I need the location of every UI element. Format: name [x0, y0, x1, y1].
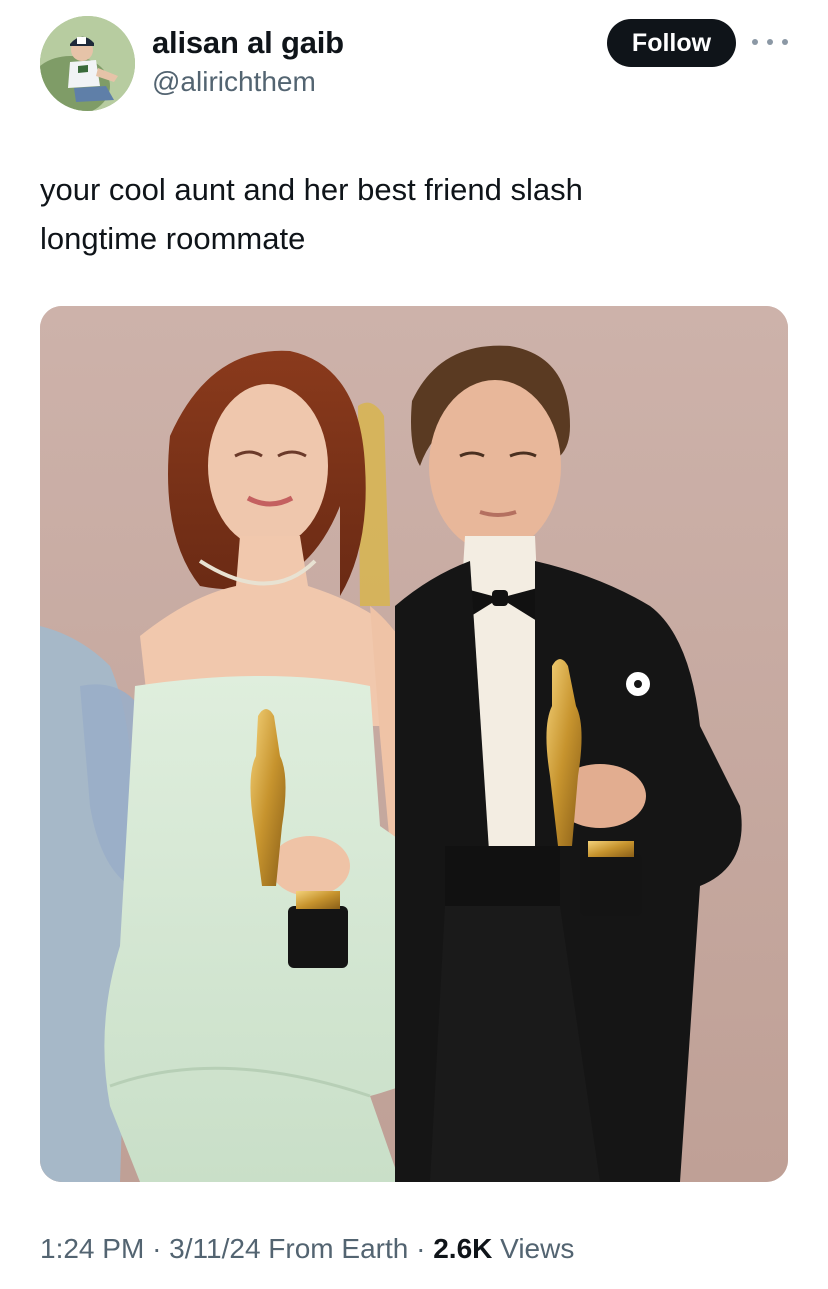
- author-display-name[interactable]: alisan al gaib: [152, 24, 344, 62]
- tweet-card: alisan al gaib @alirichthem Follow your …: [0, 0, 828, 1289]
- tweet-date[interactable]: 3/11/24: [169, 1233, 260, 1264]
- avatar-image: [40, 16, 135, 111]
- tweet-text-line: longtime roommate: [40, 221, 306, 256]
- avatar[interactable]: [40, 16, 135, 111]
- views-count[interactable]: 2.6K: [433, 1233, 492, 1264]
- more-dot-icon: [782, 39, 788, 45]
- photo-image: [40, 306, 788, 1182]
- tweet-meta: 1:24 PM · 3/11/24 From Earth · 2.6K View…: [40, 1230, 574, 1268]
- tweet-header: alisan al gaib @alirichthem Follow: [40, 16, 788, 112]
- tweet-text-line: your cool aunt and her best friend slash: [40, 172, 583, 207]
- author-handle[interactable]: @alirichthem: [152, 64, 344, 100]
- views-label: Views: [500, 1233, 575, 1264]
- follow-button[interactable]: Follow: [607, 19, 736, 67]
- tweet-photo[interactable]: [40, 306, 788, 1182]
- tweet-source: From Earth: [268, 1233, 409, 1264]
- author-names: alisan al gaib @alirichthem: [152, 24, 344, 100]
- tweet-text: your cool aunt and her best friend slash…: [40, 165, 788, 263]
- more-dot-icon: [767, 39, 773, 45]
- tweet-time[interactable]: 1:24 PM: [40, 1233, 144, 1264]
- more-options-icon[interactable]: [752, 32, 788, 52]
- meta-separator: ·: [416, 1233, 426, 1264]
- meta-separator: ·: [152, 1233, 162, 1264]
- more-dot-icon: [752, 39, 758, 45]
